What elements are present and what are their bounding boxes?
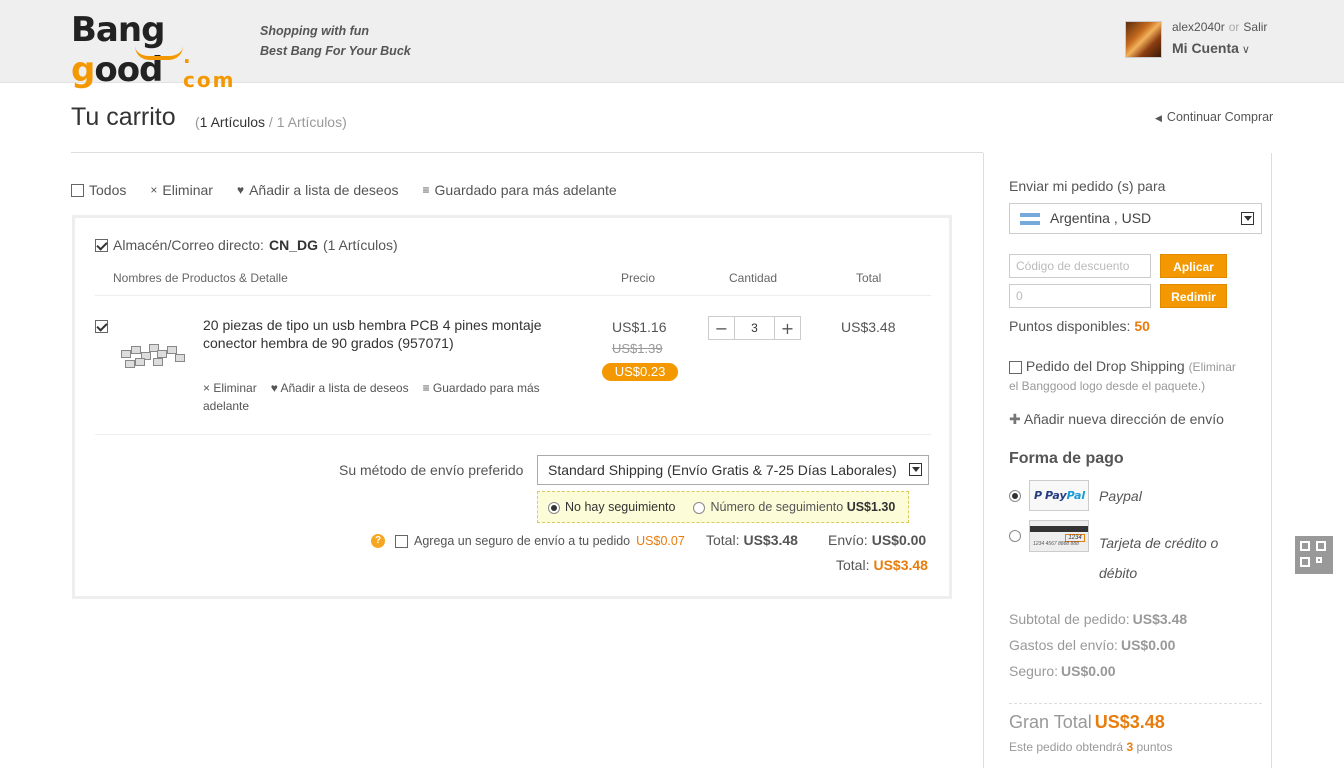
warehouse-checkbox[interactable] bbox=[95, 238, 108, 252]
available-points: Puntos disponibles: 50 bbox=[1009, 318, 1150, 334]
add-to-wishlist-button[interactable]: ♥ Añadir a lista de deseos bbox=[237, 182, 399, 198]
points-input[interactable]: 0 bbox=[1009, 284, 1151, 308]
order-subtotal: Subtotal de pedido: US$3.48 bbox=[1009, 611, 1188, 627]
continue-shopping-link[interactable]: ◀ Continuar Comprar bbox=[1155, 110, 1273, 124]
banggood-logo[interactable]: Bang good . com bbox=[71, 10, 251, 92]
subtotal: Total: US$3.48 bbox=[706, 532, 798, 548]
heart-icon: ♥ bbox=[236, 183, 245, 197]
paypal-p-icon: P bbox=[1034, 489, 1043, 502]
quantity-stepper: − 3 + bbox=[708, 316, 801, 340]
delete-selected-button[interactable]: × Eliminar bbox=[150, 182, 213, 198]
product-saving-badge: US$0.23 bbox=[602, 363, 678, 381]
drop-shipping-option: Pedido del Drop Shipping (Eliminar el Ban… bbox=[1009, 358, 1236, 393]
column-header-quantity: Cantidad bbox=[729, 271, 778, 285]
logout-link[interactable]: Salir bbox=[1243, 20, 1267, 34]
or-text: or bbox=[1228, 20, 1240, 34]
page-title: Tu carrito bbox=[71, 103, 176, 131]
chevron-down-icon: ∨ bbox=[1241, 44, 1250, 56]
cart-item-count: (1 Artículos / 1 Artículos) bbox=[195, 114, 347, 130]
logo-smile-icon bbox=[135, 46, 183, 60]
product-price: US$1.16 bbox=[612, 319, 667, 335]
warehouse-code: CN_DG bbox=[268, 237, 318, 253]
divider bbox=[95, 434, 931, 435]
my-account-label: Mi Cuenta bbox=[1172, 40, 1239, 56]
dropdown-arrow-icon bbox=[1241, 212, 1254, 225]
argentina-flag-icon bbox=[1020, 213, 1040, 225]
divider bbox=[1009, 703, 1262, 704]
grand-total: Gran Total US$3.48 bbox=[1009, 712, 1165, 732]
warehouse-total: Total: US$3.48 bbox=[836, 557, 928, 573]
add-address-link[interactable]: ✚ Añadir nueva dirección de envío bbox=[1009, 411, 1224, 428]
quantity-increase-button[interactable]: + bbox=[775, 317, 800, 339]
cart-panel: Almacén/Correo directo: CN_DG (1 Artícul… bbox=[72, 215, 952, 599]
column-header-total: Total bbox=[856, 271, 882, 285]
order-insurance: Seguro: US$0.00 bbox=[1009, 663, 1116, 679]
warehouse-label: Almacén/Correo directo: bbox=[113, 237, 264, 253]
apply-coupon-button[interactable]: Aplicar bbox=[1160, 254, 1227, 278]
divider bbox=[71, 152, 983, 153]
product-thumbnail[interactable] bbox=[113, 336, 193, 376]
slogan-line-2: Best Bang For Your Buck bbox=[260, 44, 411, 58]
cart-actions-bar: Todos × Eliminar ♥ Añadir a lista de deseo… bbox=[71, 182, 617, 198]
order-summary-panel: Enviar mi pedido (s) para Argentina , US… bbox=[983, 153, 1272, 768]
credit-card-icon[interactable]: 1234 1234 4567 8888 888 bbox=[1029, 520, 1089, 552]
paypal-label: Paypal bbox=[1099, 488, 1142, 504]
top-header: Bang good . com Shopping with fun Best B… bbox=[0, 0, 1344, 92]
help-icon[interactable]: ? bbox=[371, 534, 385, 548]
my-account-menu[interactable]: Mi Cuenta ∨ bbox=[1172, 40, 1250, 56]
dropdown-arrow-icon bbox=[909, 463, 922, 476]
insurance-price: US$0.07 bbox=[636, 534, 685, 548]
warehouse-count: (1 Artículos) bbox=[322, 237, 398, 253]
points-earned: Este pedido obtendrá 3 puntos bbox=[1009, 740, 1173, 754]
product-wishlist-link[interactable]: ♥ Añadir a lista de deseos bbox=[271, 381, 409, 395]
close-icon: × bbox=[150, 183, 158, 197]
insurance-checkbox[interactable] bbox=[395, 534, 408, 548]
list-icon: ≡ bbox=[422, 183, 430, 197]
card-radio[interactable] bbox=[1009, 530, 1021, 542]
caret-left-icon: ◀ bbox=[1155, 113, 1162, 123]
product-old-price: US$1.39 bbox=[612, 341, 663, 356]
user-info: alex2040r or Salir bbox=[1172, 20, 1267, 34]
quantity-input[interactable]: 3 bbox=[734, 317, 775, 339]
no-tracking-radio[interactable] bbox=[548, 501, 560, 514]
drop-shipping-checkbox[interactable] bbox=[1009, 360, 1022, 374]
tracking-options: No hay seguimiento Número de seguimiento… bbox=[537, 491, 909, 523]
redeem-points-button[interactable]: Redimir bbox=[1160, 284, 1227, 308]
shipping-cost: Envío: US$0.00 bbox=[828, 532, 927, 548]
paypal-logo[interactable]: P PayPal bbox=[1029, 480, 1089, 511]
ship-to-label: Enviar mi pedido (s) para bbox=[1009, 178, 1166, 194]
select-all-checkbox[interactable] bbox=[71, 183, 84, 197]
quantity-decrease-button[interactable]: − bbox=[709, 317, 734, 339]
warehouse-header: Almacén/Correo directo: CN_DG (1 Artícul… bbox=[95, 237, 398, 253]
insurance-label: Agrega un seguro de envío a tu pedido bbox=[414, 534, 631, 548]
product-actions: × Eliminar ♥ Añadir a lista de deseos ≡ Gu… bbox=[203, 379, 563, 415]
product-line-total: US$3.48 bbox=[841, 319, 896, 335]
tracking-radio[interactable] bbox=[693, 501, 706, 514]
no-tracking-option[interactable]: No hay seguimiento bbox=[548, 500, 675, 514]
product-delete-link[interactable]: × Eliminar bbox=[203, 381, 257, 395]
save-for-later-button[interactable]: ≡ Guardado para más adelante bbox=[423, 182, 617, 198]
select-all[interactable]: Todos bbox=[71, 182, 126, 198]
order-shipping-cost: Gastos del envío: US$0.00 bbox=[1009, 637, 1176, 653]
card-label: Tarjeta de crédito o débito bbox=[1099, 535, 1219, 581]
tracking-option[interactable]: Número de seguimiento US$1.30 bbox=[693, 500, 895, 514]
payment-method-title: Forma de pago bbox=[1009, 450, 1124, 467]
shipping-method-select[interactable]: Standard Shipping (Envío Gratis & 7-25 D… bbox=[537, 455, 929, 485]
shipping-insurance-option: Agrega un seguro de envío a tu pedido US$… bbox=[395, 534, 685, 548]
slogan: Shopping with fun Best Bang For Your Buc… bbox=[260, 21, 411, 61]
column-header-product: Nombres de Productos & Detalle bbox=[113, 271, 288, 285]
coupon-input[interactable]: Código de descuento bbox=[1009, 254, 1151, 278]
product-checkbox[interactable] bbox=[95, 320, 108, 333]
divider bbox=[95, 295, 931, 296]
product-name-link[interactable]: 20 piezas de tipo un usb hembra PCB 4 pi… bbox=[203, 316, 563, 352]
paypal-radio[interactable] bbox=[1009, 490, 1021, 502]
logo-domain: . com bbox=[183, 44, 236, 92]
slogan-line-1: Shopping with fun bbox=[260, 24, 369, 38]
country-select[interactable]: Argentina , USD bbox=[1009, 203, 1262, 234]
column-header-price: Precio bbox=[621, 271, 656, 285]
shipping-method-label: Su método de envío preferido bbox=[339, 462, 524, 478]
user-avatar[interactable] bbox=[1125, 21, 1162, 58]
qr-code-icon[interactable] bbox=[1295, 536, 1333, 574]
username-link[interactable]: alex2040r bbox=[1172, 20, 1225, 34]
